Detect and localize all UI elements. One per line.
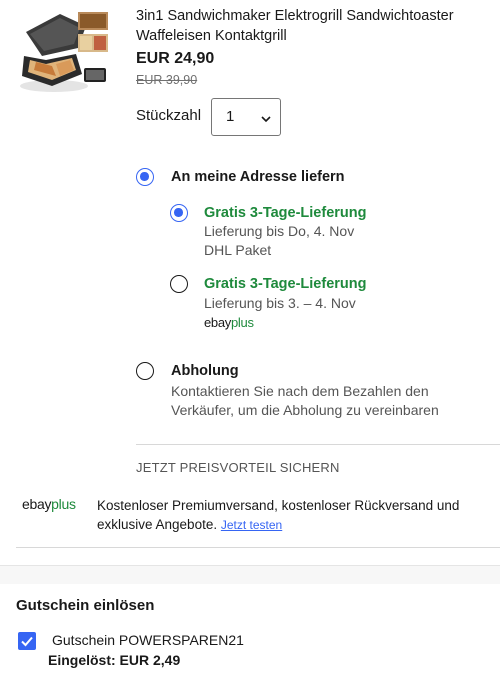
promo-heading: JETZT PREISVORTEIL SICHERN	[136, 460, 340, 475]
radio-deliver-address[interactable]	[136, 168, 154, 186]
pickup-desc-line1: Kontaktieren Sie nach dem Bezahlen den	[171, 383, 429, 399]
quantity-value: 1	[226, 108, 235, 125]
chevron-down-icon	[260, 112, 272, 130]
quantity-label: Stückzahl	[136, 107, 202, 124]
ebay-plus-badge-ebay: ebay	[204, 315, 231, 330]
shipping-option-date: Lieferung bis 3. – 4. Nov	[204, 295, 356, 311]
promo-text: Kostenloser Premiumversand, kostenloser …	[97, 496, 497, 535]
voucher-title: Gutschein einlösen	[16, 597, 155, 614]
checkmark-icon	[21, 636, 33, 647]
section-separator	[0, 565, 500, 584]
ebay-plus-badge-plus: plus	[231, 315, 254, 330]
product-image	[16, 4, 112, 100]
voucher-name: Gutschein POWERSPAREN21	[52, 632, 244, 648]
ebay-plus-logo: ebayplus	[22, 496, 76, 512]
shipping-option-title: Gratis 3-Tage-Lieferung	[204, 276, 367, 292]
ebay-plus-logo-plus: plus	[51, 496, 76, 512]
radio-shipping-dhl[interactable]	[170, 204, 188, 222]
try-now-link[interactable]: Jetzt testen	[221, 518, 282, 532]
radio-pickup[interactable]	[136, 362, 154, 380]
original-price: EUR 39,90	[136, 73, 198, 87]
ebay-plus-logo-ebay: ebay	[22, 496, 52, 512]
shipping-option-title: Gratis 3-Tage-Lieferung	[204, 205, 367, 221]
voucher-checkbox[interactable]	[18, 632, 36, 650]
ebay-plus-badge: ebayplus	[204, 315, 254, 330]
voucher-applied-amount: Eingelöst: EUR 2,49	[48, 652, 181, 668]
quantity-select[interactable]: 1	[211, 98, 281, 136]
divider	[136, 444, 500, 445]
product-title[interactable]: 3in1 Sandwichmaker Elektrogrill Sandwich…	[136, 6, 486, 46]
deliver-address-label: An meine Adresse liefern	[171, 169, 345, 185]
shipping-option-carrier: DHL Paket	[204, 242, 272, 258]
pickup-desc-line2: Verkäufer, um die Abholung zu vereinbare…	[171, 402, 439, 418]
radio-shipping-ebayplus[interactable]	[170, 275, 188, 293]
pickup-label: Abholung	[171, 363, 239, 379]
shipping-option-date: Lieferung bis Do, 4. Nov	[204, 223, 355, 239]
product-price: EUR 24,90	[136, 50, 215, 67]
divider	[16, 547, 500, 548]
